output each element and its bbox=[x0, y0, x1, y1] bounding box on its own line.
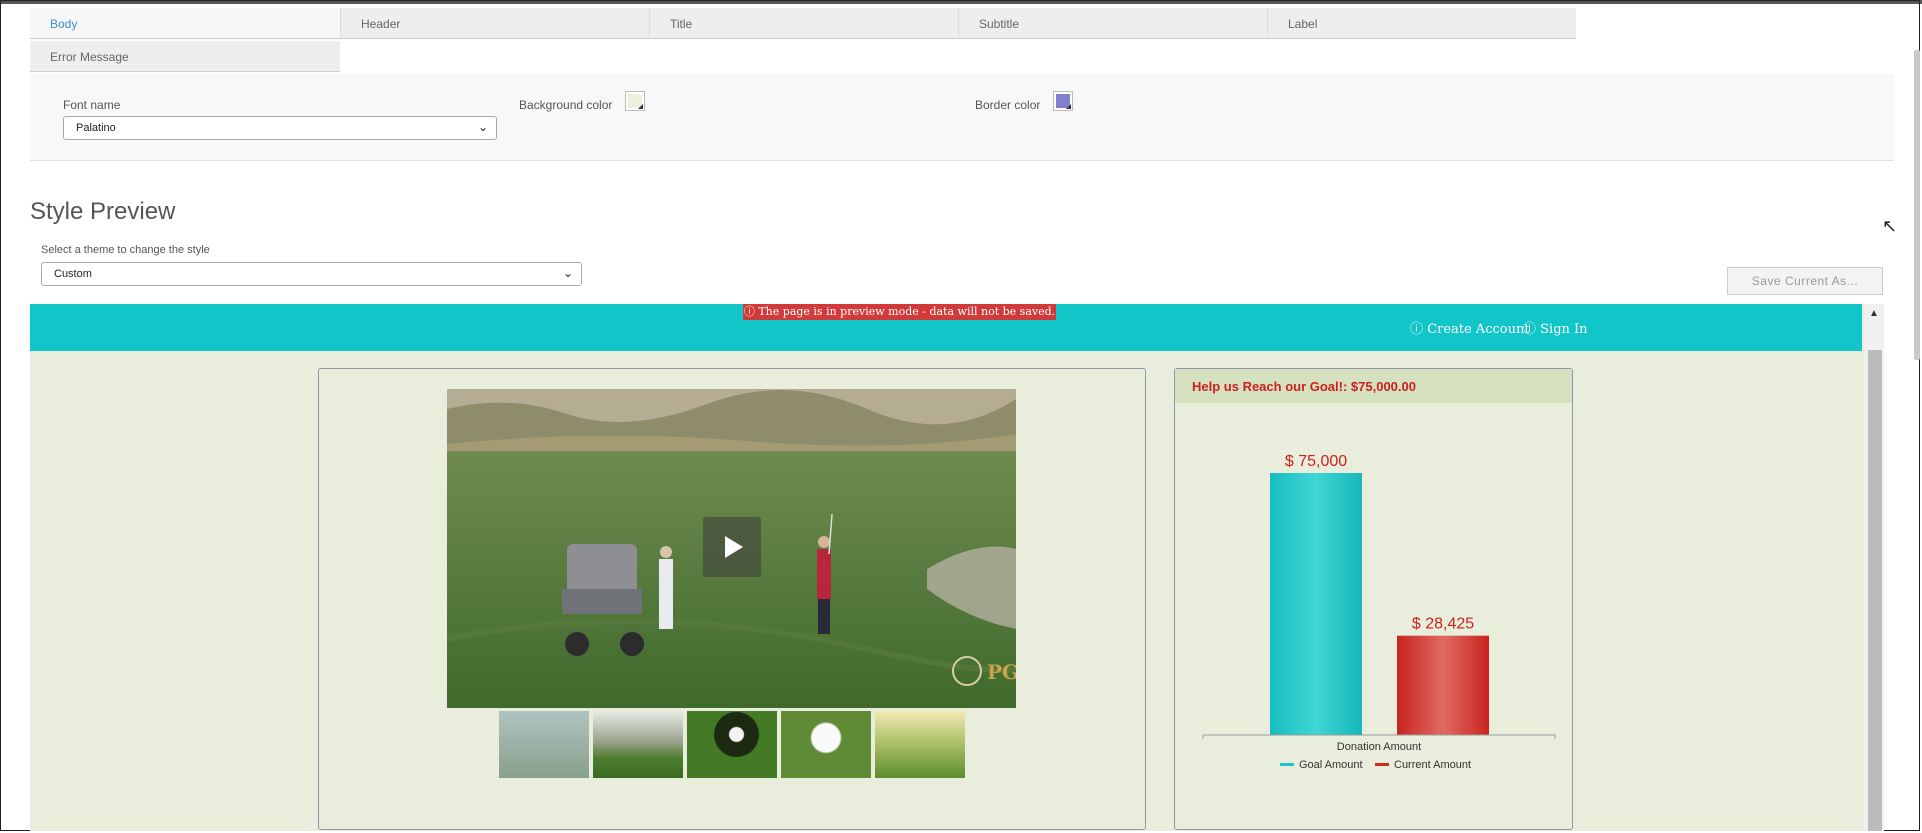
chart-legend: Goal Amount Current Amount bbox=[1280, 759, 1471, 771]
dropdown-triangle-icon bbox=[638, 104, 643, 109]
tab-subtitle[interactable]: Subtitle bbox=[958, 8, 1267, 39]
tab-label: Body bbox=[50, 17, 78, 31]
tab-label-text: Label bbox=[1288, 17, 1318, 31]
bar-current-amount bbox=[1397, 635, 1489, 735]
tab-label: Subtitle bbox=[979, 17, 1020, 31]
thumbnail-4[interactable] bbox=[781, 711, 871, 778]
media-card: PGA bbox=[318, 368, 1146, 830]
create-account-link[interactable]: ⓘ Create Account bbox=[1410, 318, 1530, 337]
tab-error-message[interactable]: Error Message bbox=[30, 41, 340, 72]
tab-label: Header bbox=[361, 17, 401, 31]
tab-label: Error Message bbox=[50, 50, 129, 64]
dropdown-triangle-icon bbox=[1066, 104, 1071, 109]
border-color-label: Border color bbox=[975, 98, 1041, 112]
preview-header-bar: ⓘ The page is in preview mode - data wil… bbox=[30, 304, 1862, 351]
background-color-picker[interactable] bbox=[625, 91, 645, 111]
data-label-goal-amount: $ 75,000 bbox=[1285, 453, 1347, 470]
preview-mode-banner: ⓘ The page is in preview mode - data wil… bbox=[743, 304, 1056, 320]
theme-select-label: Select a theme to change the style bbox=[41, 244, 210, 256]
tab-title[interactable]: Title bbox=[649, 8, 958, 39]
tab-body[interactable]: Body bbox=[30, 8, 340, 39]
tab-header[interactable]: Header bbox=[340, 8, 649, 39]
legend-swatch-current bbox=[1375, 763, 1389, 766]
page-title: Style Preview bbox=[30, 198, 176, 225]
preview-scrollbar[interactable]: ▲ bbox=[1864, 304, 1884, 831]
chevron-down-icon: ⌄ bbox=[477, 120, 488, 134]
info-icon: ⓘ bbox=[1410, 322, 1424, 337]
scroll-up-icon[interactable]: ▲ bbox=[1869, 308, 1879, 319]
tab-label[interactable]: Label bbox=[1267, 8, 1576, 39]
chevron-down-icon: ⌄ bbox=[562, 266, 573, 280]
legend-swatch-goal bbox=[1280, 763, 1294, 766]
golf-video[interactable]: PGA bbox=[447, 389, 1016, 708]
theme-select-value: Custom bbox=[54, 268, 92, 280]
legend-current-amount: Current Amount bbox=[1394, 759, 1471, 771]
play-icon[interactable] bbox=[703, 517, 761, 577]
data-label-current-amount: $ 28,425 bbox=[1412, 616, 1474, 633]
x-axis-label: Donation Amount bbox=[1337, 741, 1421, 753]
donation-goal-card: Help us Reach our Goal!: $75,000.00 $ 75… bbox=[1174, 368, 1573, 830]
thumbnail-3[interactable] bbox=[687, 711, 777, 778]
border-color-picker[interactable] bbox=[1053, 91, 1073, 111]
create-account-label: Create Account bbox=[1427, 322, 1530, 337]
legend-goal-amount: Goal Amount bbox=[1299, 759, 1363, 771]
scrollbar-thumb[interactable] bbox=[1868, 350, 1882, 831]
donation-chart: $ 75,000 $ 28,425 Donation Amount Goal Am… bbox=[1202, 453, 1556, 771]
goal-heading: Help us Reach our Goal!: $75,000.00 bbox=[1175, 369, 1572, 403]
page-scrollbar[interactable] bbox=[1914, 50, 1920, 360]
info-icon: ⓘ bbox=[1523, 322, 1537, 337]
info-icon: ⓘ bbox=[743, 305, 759, 318]
style-settings-panel: Font name Palatino ⌄ Background color Bo… bbox=[30, 74, 1894, 161]
bar-goal-amount bbox=[1270, 473, 1362, 735]
svg-text:PGA: PGA bbox=[987, 660, 1016, 684]
theme-select[interactable]: Custom ⌄ bbox=[41, 262, 582, 286]
style-preview-area: ⓘ The page is in preview mode - data wil… bbox=[30, 304, 1884, 831]
preview-mode-text: The page is in preview mode - data will … bbox=[758, 305, 1056, 318]
sign-in-label: Sign In bbox=[1540, 322, 1588, 337]
mouse-cursor-icon: ↖ bbox=[1882, 216, 1898, 236]
font-name-value: Palatino bbox=[76, 122, 116, 134]
font-name-label: Font name bbox=[63, 98, 121, 112]
thumbnail-2[interactable] bbox=[593, 711, 683, 778]
background-color-label: Background color bbox=[519, 98, 613, 112]
thumbnail-5[interactable] bbox=[875, 711, 965, 778]
tab-label: Title bbox=[670, 17, 693, 31]
save-current-as-button[interactable]: Save Current As... bbox=[1727, 267, 1883, 295]
sign-in-link[interactable]: ⓘ Sign In bbox=[1523, 318, 1588, 337]
thumbnail-1[interactable] bbox=[499, 711, 589, 778]
font-name-select[interactable]: Palatino ⌄ bbox=[63, 116, 497, 140]
